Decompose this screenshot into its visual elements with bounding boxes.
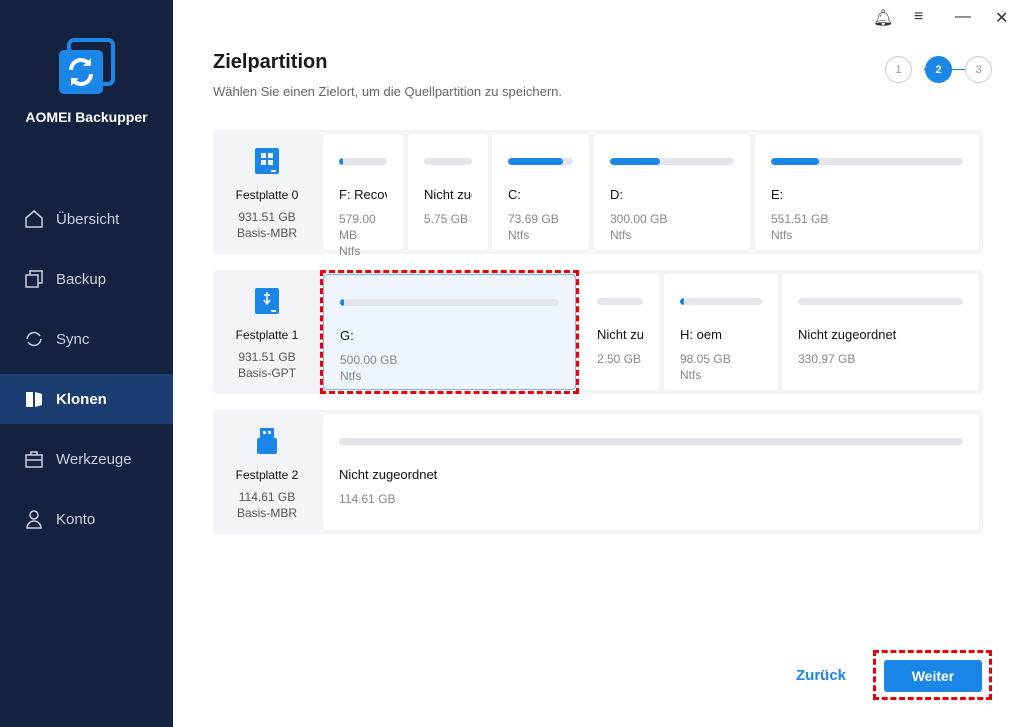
- partition-card[interactable]: Nicht zu... 2.50 GB: [581, 274, 659, 390]
- nav-sync[interactable]: Sync: [0, 314, 173, 364]
- disk-type: Basis-MBR: [236, 226, 297, 240]
- partition-label: E:: [771, 187, 784, 202]
- partition-size: 300.00 GB: [610, 212, 668, 226]
- close-icon[interactable]: ✕: [995, 8, 1008, 28]
- partition-card[interactable]: Nicht zugeordnet 330.97 GB: [782, 274, 979, 390]
- usage-fill: [610, 158, 660, 165]
- partition-card[interactable]: D: 300.00 GB Ntfs: [594, 134, 750, 250]
- usage-bar: [339, 438, 963, 445]
- step-1: 1: [885, 56, 912, 83]
- usage-bar: [798, 298, 963, 305]
- partition-fs: Ntfs: [508, 228, 530, 242]
- partition-size: 114.61 GB: [339, 492, 396, 506]
- disk-name: Festplatte 1: [235, 328, 299, 342]
- partition-label: D:: [610, 187, 623, 202]
- toolbox-icon: [25, 451, 43, 468]
- usage-fill: [771, 158, 819, 165]
- nav-tools[interactable]: Werkzeuge: [0, 434, 173, 484]
- partition-fs: Ntfs: [680, 368, 702, 382]
- nav-overview[interactable]: Übersicht: [0, 194, 173, 244]
- highlight-annotation: [320, 270, 579, 394]
- disk-icon: [255, 148, 279, 174]
- disk-info: Festplatte 0 931.51 GB Basis-MBR: [213, 130, 321, 254]
- partition-size: 98.05 GB: [680, 352, 731, 366]
- next-button[interactable]: Weiter: [884, 660, 982, 692]
- minimize-icon[interactable]: —: [955, 8, 971, 26]
- partition-size: 5.75 GB: [424, 212, 469, 226]
- usage-bar: [508, 158, 573, 165]
- disk-name: Festplatte 0: [235, 188, 299, 202]
- partition-card[interactable]: Nicht zugeordnet 114.61 GB: [323, 414, 979, 530]
- usage-bar: [424, 158, 472, 165]
- partition-label: H: oem: [680, 327, 722, 342]
- partition-fs: Ntfs: [339, 244, 361, 258]
- disk-info: Festplatte 1 931.51 GB Basis-GPT: [213, 270, 321, 394]
- disk-type: Basis-MBR: [236, 506, 297, 520]
- partition-label: Nicht zug...: [424, 187, 472, 202]
- partition-size: 330.97 GB: [798, 352, 856, 366]
- home-icon: [25, 210, 43, 228]
- sidebar: AOMEI Backupper Übersicht Backup Sync Kl…: [0, 0, 173, 727]
- disk-icon: [255, 288, 279, 314]
- page-title: Zielpartition: [213, 51, 328, 73]
- back-button[interactable]: Zurück: [796, 667, 846, 684]
- bell-icon[interactable]: 🔔︎: [873, 8, 893, 28]
- partition-size: 551.51 GB: [771, 212, 829, 226]
- disk-row: Festplatte 2 114.61 GB Basis-MBR Nicht zuge…: [213, 410, 983, 534]
- usage-bar: [610, 158, 734, 165]
- usage-fill: [680, 298, 684, 305]
- disk-size: 931.51 GB: [238, 350, 296, 364]
- nav-label: Sync: [56, 330, 90, 348]
- backup-icon: [25, 270, 43, 288]
- step-2: 2: [925, 56, 952, 83]
- disk-name: Festplatte 2: [235, 468, 299, 482]
- user-icon: [26, 510, 42, 529]
- app-logo-icon: [59, 38, 115, 94]
- menu-icon[interactable]: ≡: [914, 8, 923, 26]
- partition-label: Nicht zugeordnet: [339, 467, 438, 482]
- nav-label: Konto: [56, 510, 96, 528]
- partition-size: 2.50 GB: [597, 352, 642, 366]
- page-subtitle: Wählen Sie einen Zielort, um die Quellpa…: [213, 84, 563, 99]
- partition-label: C:: [508, 187, 521, 202]
- disk-icon: [257, 428, 277, 454]
- partition-label: F: Recovery: [339, 187, 387, 202]
- step-3: 3: [965, 56, 992, 83]
- partition-card[interactable]: Nicht zug... 5.75 GB: [408, 134, 488, 250]
- partition-card[interactable]: C: 73.69 GB Ntfs: [492, 134, 589, 250]
- usage-bar: [771, 158, 963, 165]
- nav-label: Klonen: [56, 390, 107, 408]
- partition-fs: Ntfs: [610, 228, 632, 242]
- partition-label: Nicht zu...: [597, 327, 643, 342]
- usage-fill: [339, 158, 343, 165]
- disk-size: 114.61 GB: [238, 490, 296, 504]
- disk-type: Basis-GPT: [237, 366, 296, 380]
- partition-label: Nicht zugeordnet: [798, 327, 897, 342]
- disk-info: Festplatte 2 114.61 GB Basis-MBR: [213, 410, 321, 534]
- nav-backup[interactable]: Backup: [0, 254, 173, 304]
- nav-label: Werkzeuge: [56, 450, 132, 468]
- partition-card[interactable]: H: oem 98.05 GB Ntfs: [664, 274, 778, 390]
- disk-row: Festplatte 0 931.51 GB Basis-MBR F: Recover…: [213, 130, 983, 258]
- usage-bar: [680, 298, 762, 305]
- usage-fill: [508, 158, 564, 165]
- nav-label: Backup: [56, 270, 107, 288]
- partition-card[interactable]: E: 551.51 GB Ntfs: [755, 134, 979, 250]
- partition-size: 73.69 GB: [508, 212, 559, 226]
- partition-card[interactable]: F: Recovery 579.00 MB Ntfs: [323, 134, 403, 258]
- clone-icon: [26, 392, 42, 407]
- nav-clone[interactable]: Klonen: [0, 374, 173, 424]
- usage-bar: [339, 158, 387, 165]
- nav-label: Übersicht: [56, 210, 120, 228]
- disk-size: 931.51 GB: [238, 210, 296, 224]
- usage-bar: [597, 298, 643, 305]
- sync-icon: [26, 331, 42, 347]
- nav-account[interactable]: Konto: [0, 494, 173, 544]
- partition-size: 579.00 MB: [339, 212, 376, 242]
- app-name: AOMEI Backupper: [25, 109, 148, 125]
- partition-fs: Ntfs: [771, 228, 793, 242]
